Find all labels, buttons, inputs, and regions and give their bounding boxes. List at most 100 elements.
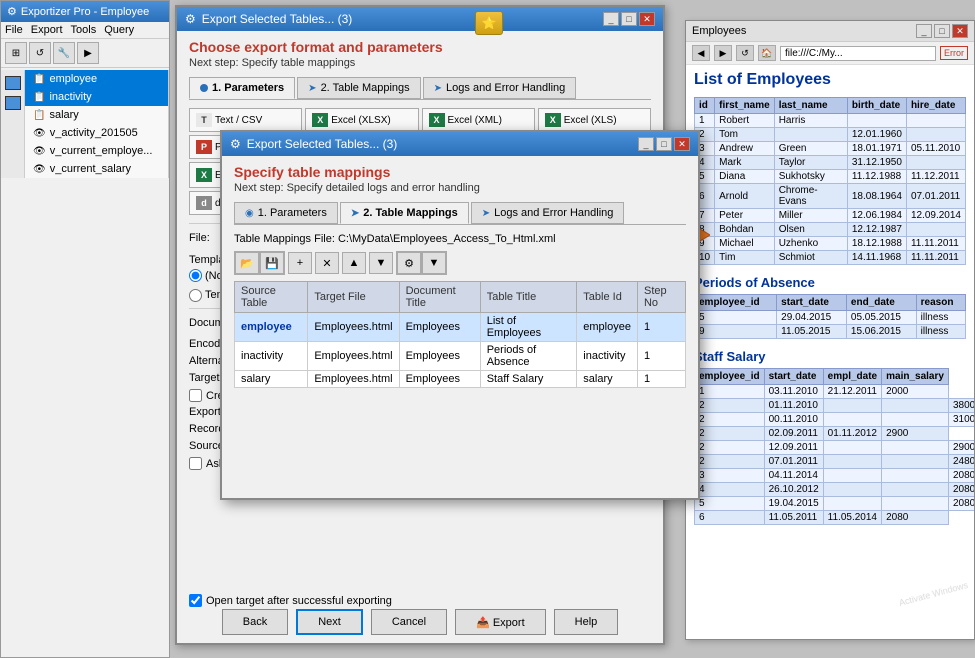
fg-tab-logs[interactable]: ➤ Logs and Error Handling [471, 202, 625, 224]
add-row-button[interactable]: + [288, 252, 312, 274]
app-title: Exportizer Pro - Employee [21, 6, 149, 18]
excel-xlsx-icon: X [312, 113, 328, 127]
cell: 07.01.2011 [906, 184, 965, 209]
browser-maximize[interactable]: □ [934, 24, 950, 38]
tab-dot-icon [200, 84, 208, 92]
minimize-button[interactable]: _ [603, 12, 619, 26]
dropdown-arrow[interactable]: ▼ [422, 252, 446, 274]
nav-forward[interactable]: ▶ [714, 45, 732, 61]
cell [882, 455, 949, 469]
cell: 5 [695, 311, 777, 325]
cell [882, 413, 949, 427]
sidebar-item-employee[interactable]: 📋 employee [25, 70, 168, 88]
open-target-row: Open target after successful exporting [189, 594, 392, 607]
format-csv[interactable]: T Text / CSV [189, 108, 302, 132]
help-button[interactable]: Help [554, 609, 619, 635]
cell: Mark [715, 156, 775, 170]
cell: Chrome-Evans [774, 184, 847, 209]
create-checkbox[interactable] [189, 389, 202, 402]
cell [882, 497, 949, 511]
sidebar-item-salary[interactable]: 📋 salary [25, 106, 168, 124]
step-no-cell: 1 [637, 342, 685, 371]
close-button[interactable]: ✕ [639, 12, 655, 26]
export-button[interactable]: 📤 Export [455, 609, 546, 635]
save-button[interactable]: 💾 [260, 252, 284, 274]
cell: Miller [774, 209, 847, 223]
next-button[interactable]: Next [296, 609, 363, 635]
cancel-button[interactable]: Cancel [371, 609, 447, 635]
browser-minimize[interactable]: _ [916, 24, 932, 38]
move-down-button[interactable]: ▼ [369, 252, 393, 274]
list-item: 9MichaelUzhenko18.12.198811.11.2011 [695, 237, 966, 251]
toolbar-btn-4[interactable]: ▶ [77, 42, 99, 64]
fg-minimize-button[interactable]: _ [638, 137, 654, 151]
cell: 19.04.2015 [764, 497, 823, 511]
error-badge: Error [940, 46, 968, 60]
maximize-button[interactable]: □ [621, 12, 637, 26]
sidebar-item-v-activity[interactable]: 👁 v_activity_201505 [25, 124, 168, 142]
export-dialog-foreground: ⚙ Export Selected Tables... (3) _ □ ✕ Sp… [220, 130, 700, 500]
star-button[interactable]: ⭐ [475, 11, 503, 35]
cell: 07.01.2011 [764, 455, 823, 469]
dialog-bg-header-title: Choose export format and parameters [189, 39, 651, 55]
template-file-radio[interactable] [189, 289, 202, 302]
sidebar-item-v-current-salary[interactable]: 👁 v_current_salary [25, 160, 168, 178]
app-menubar: File Export Tools Query [1, 22, 169, 39]
fg-tab-table-mappings[interactable]: ➤ 2. Table Mappings [340, 202, 469, 224]
nav-refresh[interactable]: ↺ [736, 45, 754, 61]
sidebar-item-v-current-employee[interactable]: 👁 v_current_employe... [25, 142, 168, 160]
cell: Bohdan [715, 223, 775, 237]
dialog-bg-icon: ⚙ [185, 12, 196, 26]
menu-tools[interactable]: Tools [71, 24, 97, 36]
open-target-checkbox[interactable] [189, 594, 202, 607]
browser-close[interactable]: ✕ [952, 24, 968, 38]
table-row[interactable]: employee Employees.html Employees List o… [235, 313, 686, 342]
move-up-button[interactable]: ▲ [342, 252, 366, 274]
settings-button[interactable]: ⚙ [397, 252, 421, 274]
cell: 2080 [948, 497, 974, 511]
list-item: 4MarkTaylor31.12.1950 [695, 156, 966, 170]
ask-checkbox[interactable] [189, 457, 202, 470]
menu-export[interactable]: Export [31, 24, 63, 36]
delete-row-button[interactable]: ✕ [315, 252, 339, 274]
list-item: 103.11.201021.12.20112000 [695, 385, 975, 399]
menu-file[interactable]: File [5, 24, 23, 36]
source-table-cell: employee [235, 313, 308, 342]
cell: 3100 [948, 413, 974, 427]
col-step-no: Step No [637, 282, 685, 313]
format-excel-xlsx[interactable]: X Excel (XLSX) [305, 108, 418, 132]
app-titlebar: ⚙ Exportizer Pro - Employee [1, 1, 169, 22]
cell: 1 [695, 385, 765, 399]
col-start-date2: start_date [764, 369, 823, 385]
nav-home[interactable]: 🏠 [758, 45, 776, 61]
nav-back[interactable]: ◀ [692, 45, 710, 61]
format-excel-xls[interactable]: X Excel (XLS) [538, 108, 651, 132]
fg-tab-parameters[interactable]: ◉ 1. Parameters [234, 202, 338, 224]
template-none-radio[interactable] [189, 269, 202, 282]
tab-parameters[interactable]: 1. Parameters [189, 77, 295, 99]
menu-query[interactable]: Query [104, 24, 134, 36]
toolbar-btn-1[interactable]: ⊞ [5, 42, 27, 64]
fg-close-button[interactable]: ✕ [674, 137, 690, 151]
cell: 2900 [882, 427, 949, 441]
address-bar[interactable] [780, 46, 936, 61]
table-row[interactable]: inactivity Employees.html Employees Peri… [235, 342, 686, 371]
tab-table-mappings[interactable]: ➤ 2. Table Mappings [297, 77, 420, 99]
table-row[interactable]: salary Employees.html Employees Staff Sa… [235, 371, 686, 388]
format-excel-xml[interactable]: X Excel (XML) [422, 108, 535, 132]
table-title-cell: Staff Salary [480, 371, 577, 388]
list-item: 200.11.20103100 [695, 413, 975, 427]
toolbar-btn-2[interactable]: ↺ [29, 42, 51, 64]
fg-maximize-button[interactable]: □ [656, 137, 672, 151]
cell: 18.12.1988 [847, 237, 906, 251]
tab-logs[interactable]: ➤ Logs and Error Handling [423, 77, 577, 99]
folder-open-button[interactable]: 📂 [235, 252, 259, 274]
browser-titlebar: Employees _ □ ✕ [686, 21, 974, 42]
cell: Uzhenko [774, 237, 847, 251]
back-button[interactable]: Back [222, 609, 288, 635]
table-id-cell: employee [577, 313, 638, 342]
sidebar-item-inactivity[interactable]: 📋 inactivity [25, 88, 168, 106]
toolbar-btn-3[interactable]: 🔧 [53, 42, 75, 64]
source-table-cell: inactivity [235, 342, 308, 371]
cell: 12.09.2014 [906, 209, 965, 223]
